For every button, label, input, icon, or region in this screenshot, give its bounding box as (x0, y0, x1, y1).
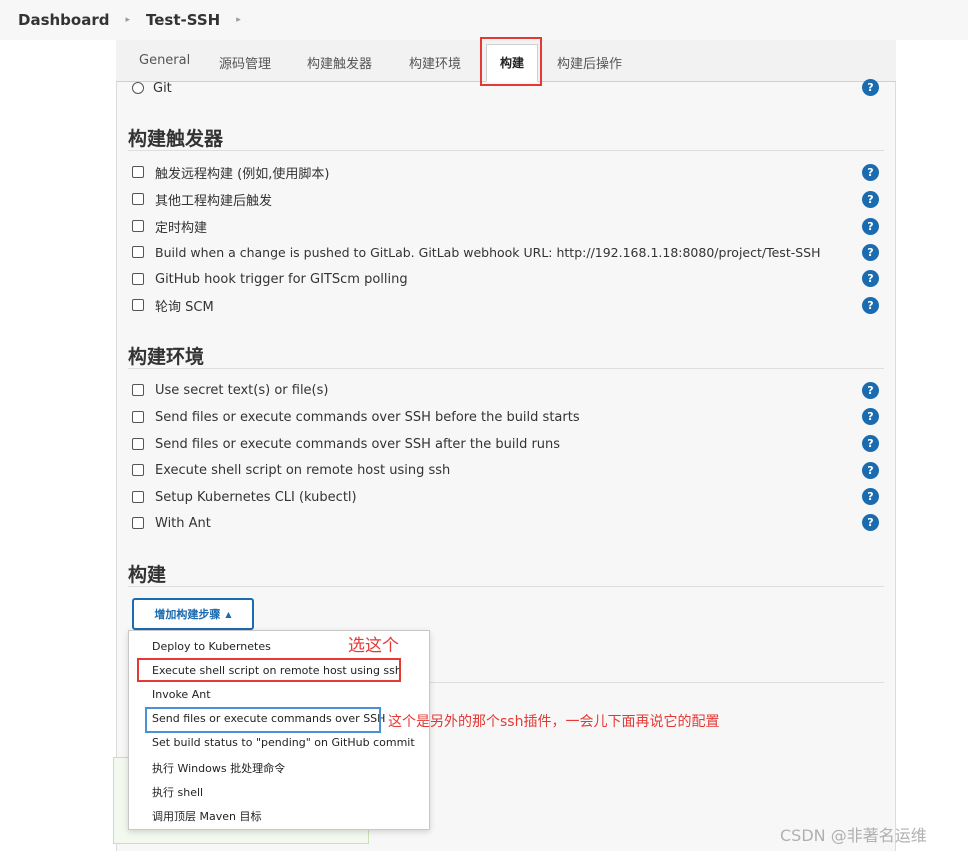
trigger-option[interactable]: GitHub hook trigger for GITScm polling (132, 269, 408, 289)
env-label: Send files or execute commands over SSH … (155, 409, 580, 425)
checkbox[interactable] (132, 273, 144, 285)
section-title-build-env: 构建环境 (128, 346, 205, 368)
trigger-option[interactable]: Build when a change is pushed to GitLab.… (132, 242, 821, 262)
checkbox[interactable] (132, 438, 144, 450)
help-icon[interactable]: ? (862, 382, 879, 399)
trigger-label: GitHub hook trigger for GITScm polling (155, 271, 408, 287)
env-label: Use secret text(s) or file(s) (155, 382, 329, 398)
env-label: Setup Kubernetes CLI (kubectl) (155, 489, 357, 505)
highlight-send-files-ssh (145, 707, 381, 733)
help-icon[interactable]: ? (862, 218, 879, 235)
env-option[interactable]: Send files or execute commands over SSH … (132, 434, 560, 454)
tab-build-triggers[interactable]: 构建触发器 (307, 53, 372, 72)
trigger-option[interactable]: 轮询 SCM (132, 295, 214, 315)
env-label: Execute shell script on remote host usin… (155, 462, 451, 478)
help-icon[interactable]: ? (862, 435, 879, 452)
help-icon[interactable]: ? (862, 462, 879, 479)
checkbox[interactable] (132, 299, 144, 311)
tab-build-environment[interactable]: 构建环境 (409, 53, 461, 72)
checkbox[interactable] (132, 220, 144, 232)
tab-scm[interactable]: 源码管理 (219, 53, 271, 72)
breadcrumb-separator-icon[interactable]: ▸ (125, 15, 130, 25)
highlight-build-tab (480, 37, 542, 86)
help-icon[interactable]: ? (862, 79, 879, 96)
trigger-label: 触发远程构建 (例如,使用脚本) (155, 166, 330, 182)
env-option[interactable]: Setup Kubernetes CLI (kubectl) (132, 487, 357, 507)
help-icon[interactable]: ? (862, 191, 879, 208)
checkbox[interactable] (132, 411, 144, 423)
env-option[interactable]: With Ant (132, 513, 211, 533)
checkbox[interactable] (132, 166, 144, 178)
annotation-other-plugin: 这个是另外的那个ssh插件，一会儿下面再说它的配置 (388, 714, 720, 730)
breadcrumb-test-ssh[interactable]: Test-SSH (146, 11, 220, 29)
watermark: CSDN @非著名运维 (780, 826, 927, 845)
help-icon[interactable]: ? (862, 164, 879, 181)
help-icon[interactable]: ? (862, 514, 879, 531)
help-icon[interactable]: ? (862, 244, 879, 261)
breadcrumb: Dashboard ▸ Test-SSH ▸ (0, 0, 968, 40)
section-divider (430, 682, 884, 683)
add-build-step-button[interactable]: 增加构建步骤 ▲ (132, 598, 254, 630)
section-divider (128, 150, 884, 151)
tab-post-build[interactable]: 构建后操作 (557, 53, 622, 72)
section-title-triggers: 构建触发器 (128, 128, 224, 150)
menu-item[interactable]: 执行 shell (152, 784, 203, 800)
caret-up-icon: ▲ (225, 609, 232, 619)
section-title-build: 构建 (128, 564, 167, 586)
env-option[interactable]: Execute shell script on remote host usin… (132, 460, 450, 480)
git-label: Git (153, 80, 172, 96)
trigger-option[interactable]: 触发远程构建 (例如,使用脚本) (132, 162, 329, 182)
checkbox[interactable] (132, 464, 144, 476)
checkbox[interactable] (132, 246, 144, 258)
section-divider (128, 368, 884, 369)
checkbox[interactable] (132, 384, 144, 396)
menu-item[interactable]: Invoke Ant (152, 688, 211, 701)
help-icon[interactable]: ? (862, 488, 879, 505)
breadcrumb-separator-icon[interactable]: ▸ (236, 15, 241, 25)
highlight-execute-shell-ssh (137, 658, 401, 682)
checkbox[interactable] (132, 193, 144, 205)
trigger-option[interactable]: 其他工程构建后触发 (132, 189, 272, 209)
git-radio[interactable] (132, 82, 144, 94)
scm-git-option[interactable]: Git (132, 78, 172, 98)
trigger-label: 定时构建 (155, 220, 208, 236)
env-option[interactable]: Use secret text(s) or file(s) (132, 380, 328, 400)
checkbox[interactable] (132, 517, 144, 529)
checkbox[interactable] (132, 491, 144, 503)
trigger-label: 轮询 SCM (155, 299, 214, 315)
breadcrumb-dashboard[interactable]: Dashboard (18, 11, 109, 29)
env-option[interactable]: Send files or execute commands over SSH … (132, 407, 580, 427)
annotation-choose-this: 选这个 (348, 636, 399, 656)
add-build-step-label: 增加构建步骤 (154, 608, 221, 621)
help-icon[interactable]: ? (862, 408, 879, 425)
env-label: With Ant (155, 515, 211, 531)
help-icon[interactable]: ? (862, 297, 879, 314)
menu-item[interactable]: 执行 Windows 批处理命令 (152, 760, 285, 776)
trigger-option[interactable]: 定时构建 (132, 216, 207, 236)
menu-item[interactable]: Deploy to Kubernetes (152, 640, 271, 653)
tab-general[interactable]: General (139, 53, 190, 68)
trigger-label: 其他工程构建后触发 (155, 193, 273, 209)
menu-item[interactable]: Set build status to "pending" on GitHub … (152, 736, 415, 749)
section-divider (128, 586, 884, 587)
trigger-label: Build when a change is pushed to GitLab.… (155, 244, 821, 260)
help-icon[interactable]: ? (862, 270, 879, 287)
env-label: Send files or execute commands over SSH … (155, 436, 561, 452)
menu-item[interactable]: 调用顶层 Maven 目标 (152, 808, 261, 824)
